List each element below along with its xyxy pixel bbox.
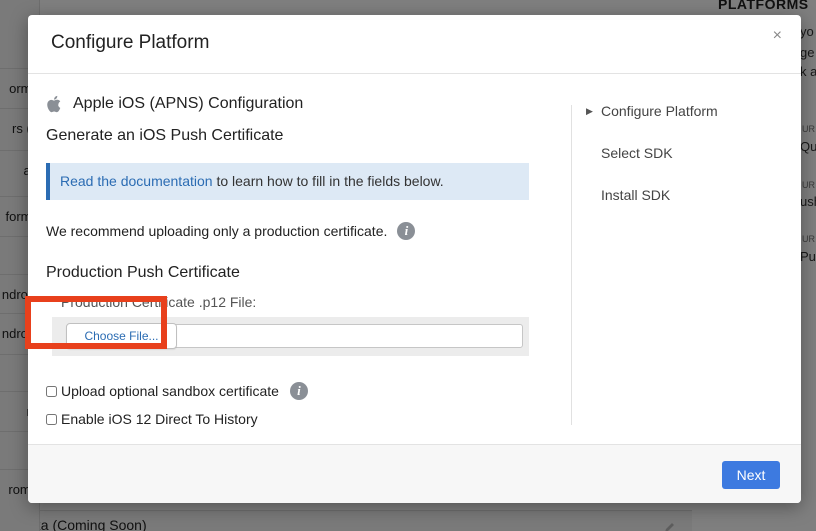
- direct-history-checkbox-label: Enable iOS 12 Direct To History: [61, 411, 258, 427]
- close-icon[interactable]: ×: [773, 28, 782, 44]
- recommendation-row: We recommend uploading only a production…: [46, 222, 416, 240]
- modal-footer: Next: [28, 444, 801, 503]
- documentation-callout: Read the documentation to learn how to f…: [46, 163, 529, 200]
- platform-config-title: Apple iOS (APNS) Configuration: [73, 95, 304, 112]
- sandbox-checkbox[interactable]: [46, 385, 57, 397]
- triangle-right-icon: ▶: [586, 106, 593, 116]
- documentation-callout-text: to learn how to fill in the fields below…: [212, 173, 444, 189]
- info-icon[interactable]: i: [397, 222, 416, 240]
- highlight-annotation: [25, 296, 167, 349]
- info-icon[interactable]: i: [289, 382, 308, 400]
- modal-title: Configure Platform: [51, 32, 210, 53]
- apple-icon: [47, 95, 61, 113]
- step-label: Install SDK: [601, 187, 671, 203]
- configure-platform-modal: Configure Platform × Apple iOS (APNS) Co…: [28, 15, 801, 503]
- platform-title-row: Apple iOS (APNS) Configuration: [46, 95, 303, 113]
- step-label: Select SDK: [601, 145, 673, 161]
- configuration-form: Apple iOS (APNS) Configuration Generate …: [46, 75, 532, 443]
- sandbox-option-row[interactable]: Upload optional sandbox certificate i: [46, 382, 308, 400]
- steps-divider: [571, 105, 572, 425]
- documentation-link[interactable]: Read the documentation: [60, 173, 213, 189]
- production-certificate-heading: Production Push Certificate: [46, 264, 240, 281]
- next-button[interactable]: Next: [722, 461, 780, 489]
- direct-history-option-row[interactable]: Enable iOS 12 Direct To History: [46, 411, 258, 427]
- modal-body: Apple iOS (APNS) Configuration Generate …: [28, 75, 801, 443]
- generate-certificate-title: Generate an iOS Push Certificate: [46, 127, 284, 144]
- modal-header: Configure Platform ×: [28, 15, 801, 74]
- direct-history-checkbox[interactable]: [46, 413, 57, 425]
- sandbox-checkbox-label: Upload optional sandbox certificate: [61, 383, 279, 399]
- step-label: Configure Platform: [601, 103, 718, 119]
- recommendation-text: We recommend uploading only a production…: [46, 223, 388, 239]
